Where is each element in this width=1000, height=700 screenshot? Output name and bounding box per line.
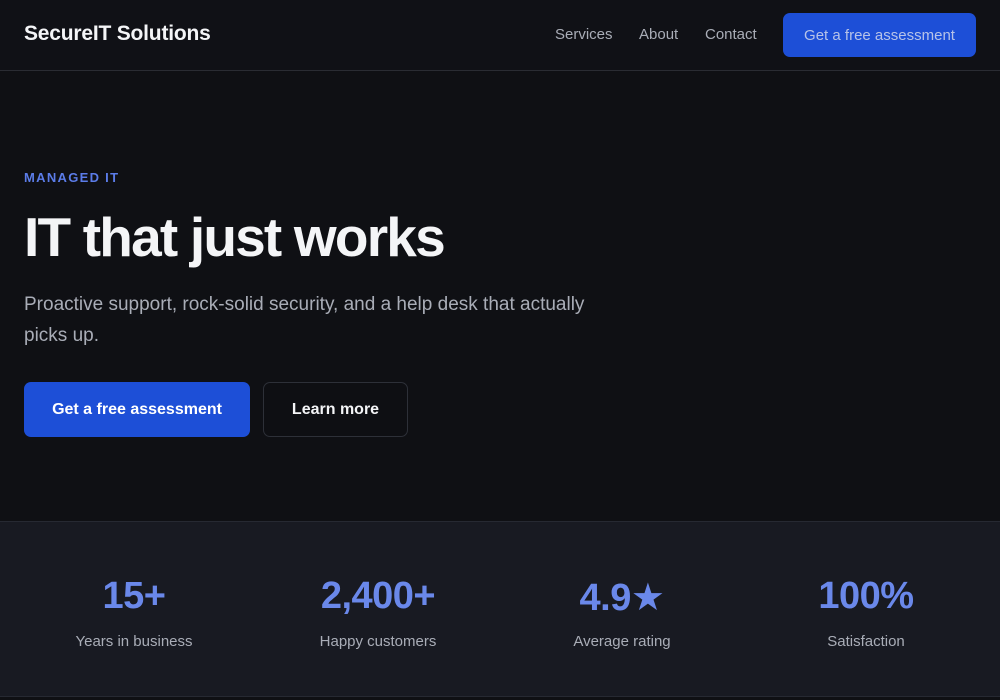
- stat-rating: 4.9★ Average rating: [500, 522, 744, 698]
- nav-link-services[interactable]: Services: [555, 26, 613, 43]
- stat-years: 15+ Years in business: [12, 522, 256, 698]
- stat-label: Average rating: [573, 633, 671, 650]
- hero-title: IT that just works: [24, 206, 446, 268]
- stats-band: 15+ Years in business 2,400+ Happy custo…: [0, 521, 1000, 697]
- stat-value: 2,400+: [320, 575, 436, 617]
- site-header: SecureIT Solutions Services About Contac…: [0, 0, 1000, 71]
- stat-value: 4.9★: [579, 577, 665, 619]
- stat-label: Happy customers: [319, 633, 437, 650]
- stat-value: 100%: [818, 575, 914, 617]
- hero-assessment-button[interactable]: Get a free assessment: [24, 382, 250, 437]
- hero-eyebrow: MANAGED IT: [24, 170, 120, 185]
- nav-link-about[interactable]: About: [639, 26, 678, 43]
- nav-link-contact[interactable]: Contact: [705, 26, 757, 43]
- header-assessment-button[interactable]: Get a free assessment: [783, 13, 976, 57]
- stat-label: Satisfaction: [827, 633, 905, 650]
- stat-customers: 2,400+ Happy customers: [256, 522, 500, 698]
- brand-logo[interactable]: SecureIT Solutions: [24, 22, 211, 46]
- stat-satisfaction: 100% Satisfaction: [744, 522, 988, 698]
- hero-subtitle: Proactive support, rock-solid security, …: [24, 294, 585, 346]
- landing-page: SecureIT Solutions Services About Contac…: [0, 0, 1000, 700]
- learn-more-button[interactable]: Learn more: [263, 382, 408, 437]
- stat-value: 15+: [102, 575, 166, 617]
- stat-label: Years in business: [75, 633, 193, 650]
